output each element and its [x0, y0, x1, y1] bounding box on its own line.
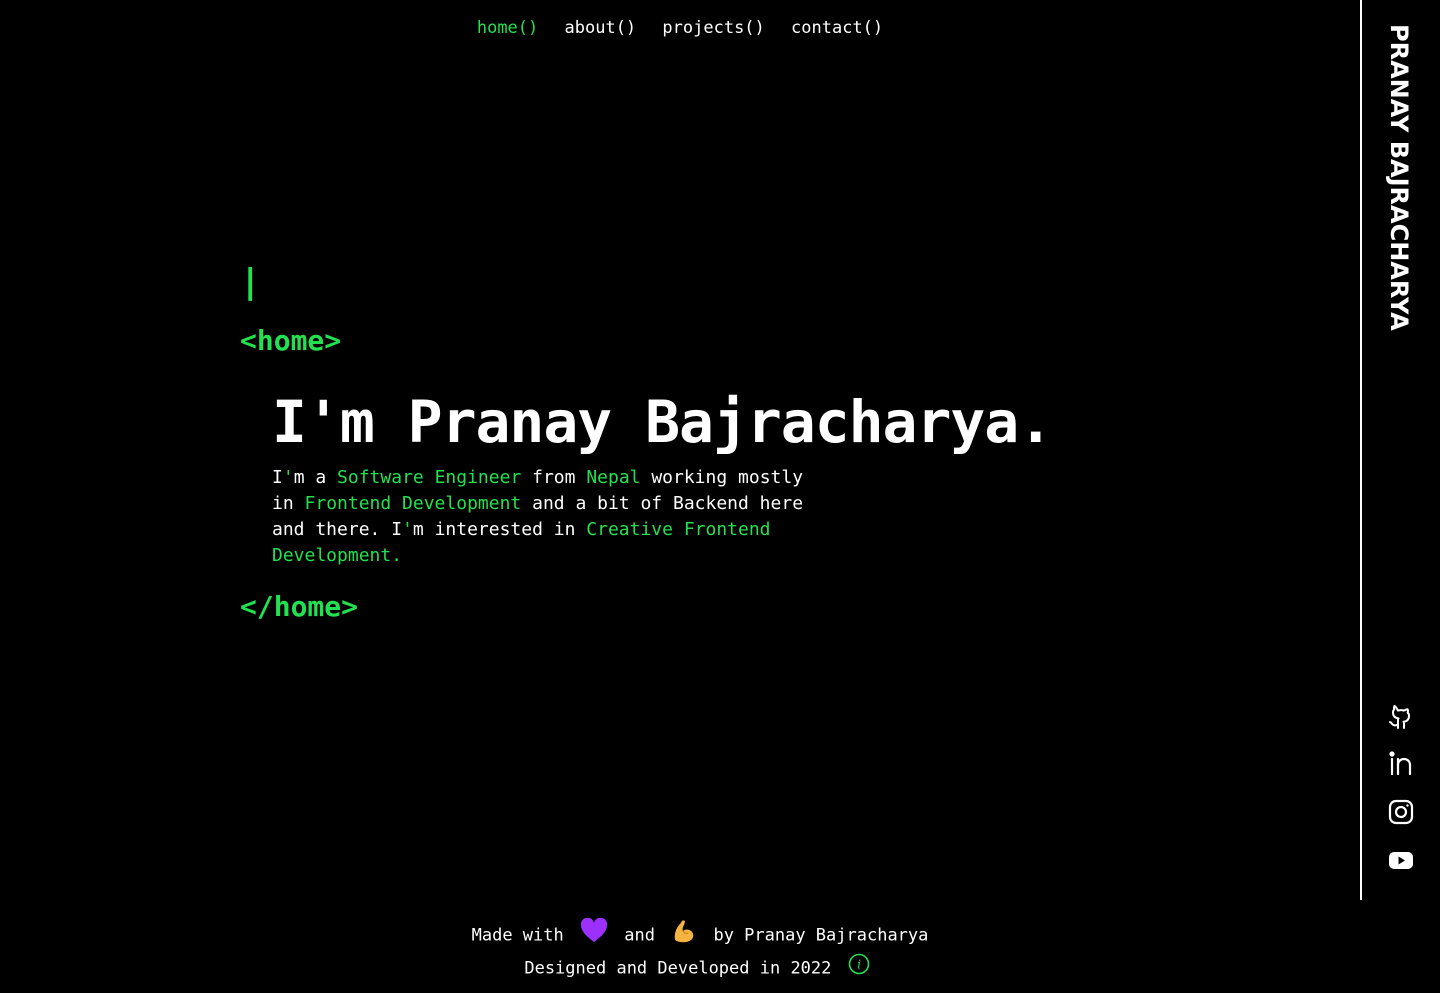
intro-text-segment: I	[272, 467, 283, 488]
top-nav: home() about() projects() contact()	[0, 18, 1360, 38]
footer-line-designed: Designed and Developed in 2022 i	[0, 953, 1400, 984]
hero-headline: I'm Pranay Bajracharya.	[272, 388, 1053, 456]
social-links	[1385, 700, 1417, 892]
intro-text-segment: m interested in	[412, 519, 587, 540]
intro-apostrophe: '	[402, 519, 413, 540]
github-icon	[1389, 705, 1410, 729]
instagram-link[interactable]	[1385, 796, 1417, 828]
footer: Made with and by Pranay Bajracharya Desi…	[0, 917, 1400, 984]
intro-text-segment: m a	[293, 467, 338, 488]
nav-projects-link[interactable]: projects()	[662, 18, 764, 38]
typing-cursor: |	[240, 262, 261, 302]
nav-home-link[interactable]: home()	[477, 18, 538, 38]
footer-line-made-with: Made with and by Pranay Bajracharya	[0, 917, 1400, 953]
youtube-link[interactable]	[1385, 844, 1417, 876]
footer-by-text: by Pranay Bajracharya	[713, 925, 929, 946]
youtube-icon	[1389, 852, 1413, 869]
footer-designed-text: Designed and Developed in 2022	[524, 958, 832, 979]
nav-contact-link[interactable]: contact()	[791, 18, 883, 38]
intro-text: I'm a Software Engineer from Nepal worki…	[272, 465, 832, 569]
svg-text:i: i	[857, 958, 861, 972]
intro-text-segment: from	[521, 467, 587, 488]
github-link[interactable]	[1385, 700, 1417, 732]
footer-and-text: and	[624, 925, 655, 946]
linkedin-icon	[1389, 751, 1412, 776]
linkedin-link[interactable]	[1385, 748, 1417, 780]
flexed-biceps-icon	[671, 918, 697, 953]
info-icon[interactable]: i	[848, 953, 870, 984]
home-close-tag: </home>	[240, 590, 359, 623]
instagram-icon	[1388, 799, 1414, 825]
intro-country-highlight: Nepal	[586, 467, 641, 488]
intro-focus-highlight: Frontend Development	[304, 493, 522, 514]
page: home() about() projects() contact() PRAN…	[0, 0, 1440, 993]
home-open-tag: <home>	[240, 324, 342, 357]
footer-made-with-text: Made with	[471, 925, 564, 946]
intro-role-highlight: Software Engineer	[337, 467, 522, 488]
sidebar-name: PRANAY BAJRACHARYA	[1385, 24, 1413, 331]
heart-icon	[580, 917, 608, 953]
nav-about-link[interactable]: about()	[565, 18, 637, 38]
sidebar-divider	[1360, 0, 1362, 900]
intro-apostrophe: '	[282, 467, 294, 488]
